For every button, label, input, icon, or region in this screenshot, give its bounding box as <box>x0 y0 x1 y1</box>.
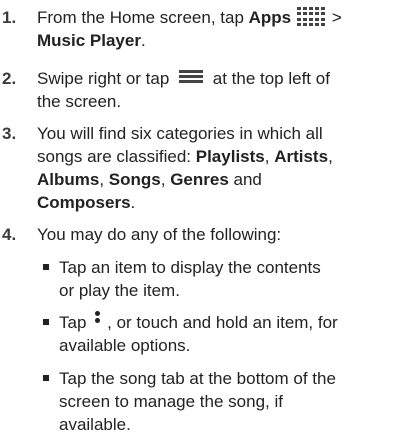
bullet <box>43 375 49 381</box>
text: You will find six categories in which al… <box>37 124 323 143</box>
list-item-text: Tap an item to display the contents or p… <box>59 256 389 302</box>
playlists-label: Playlists <box>195 147 265 166</box>
apps-grid-icon <box>297 6 326 27</box>
text: and <box>228 170 262 189</box>
line: Tap an item to display the contents <box>59 258 321 277</box>
text: , <box>328 147 333 166</box>
step-number: 3. <box>2 124 17 143</box>
text: , <box>99 170 109 189</box>
text: . <box>140 31 146 50</box>
text: the screen. <box>37 92 122 111</box>
text: Tap <box>59 313 92 332</box>
line: Tap the song tab at the bottom of the <box>59 369 336 388</box>
text: Swipe right or tap <box>37 69 175 88</box>
music-player-label: Music Player <box>37 31 141 50</box>
list-item-text: Tap the song tab at the bottom of the sc… <box>59 367 389 436</box>
text: > <box>327 8 342 27</box>
step-number: 4. <box>2 225 17 244</box>
line: screen to manage the song, if <box>59 392 283 411</box>
apps-label: Apps <box>248 8 292 27</box>
menu-icon <box>179 70 204 84</box>
step-text: From the Home screen, tap Apps > Music P… <box>37 6 387 52</box>
text: , <box>264 147 275 166</box>
line: or play the item. <box>59 281 180 300</box>
bullet <box>43 319 49 325</box>
more-options-icon <box>95 310 103 329</box>
line: available. <box>59 415 131 434</box>
text: at the top left of <box>208 69 330 88</box>
albums-label: Albums <box>37 170 100 189</box>
line: available options. <box>59 336 191 355</box>
text: songs are classified: <box>37 147 196 166</box>
text: , or touch and hold an item, for <box>107 313 338 332</box>
step-text: You may do any of the following: <box>37 225 282 244</box>
step-number: 2. <box>2 69 17 88</box>
songs-label: Songs <box>108 170 161 189</box>
composers-label: Composers <box>37 193 131 212</box>
text: , <box>160 170 171 189</box>
bullet <box>43 264 49 270</box>
genres-label: Genres <box>170 170 229 189</box>
step-number: 1. <box>2 8 17 27</box>
artists-label: Artists <box>274 147 329 166</box>
step-text: Swipe right or tap at the top left of th… <box>37 67 387 113</box>
list-item-text: Tap , or touch and hold an item, for ava… <box>59 310 389 357</box>
text: From the Home screen, tap <box>37 8 249 27</box>
text: . <box>130 193 136 212</box>
step-text: You will find six categories in which al… <box>37 122 387 214</box>
